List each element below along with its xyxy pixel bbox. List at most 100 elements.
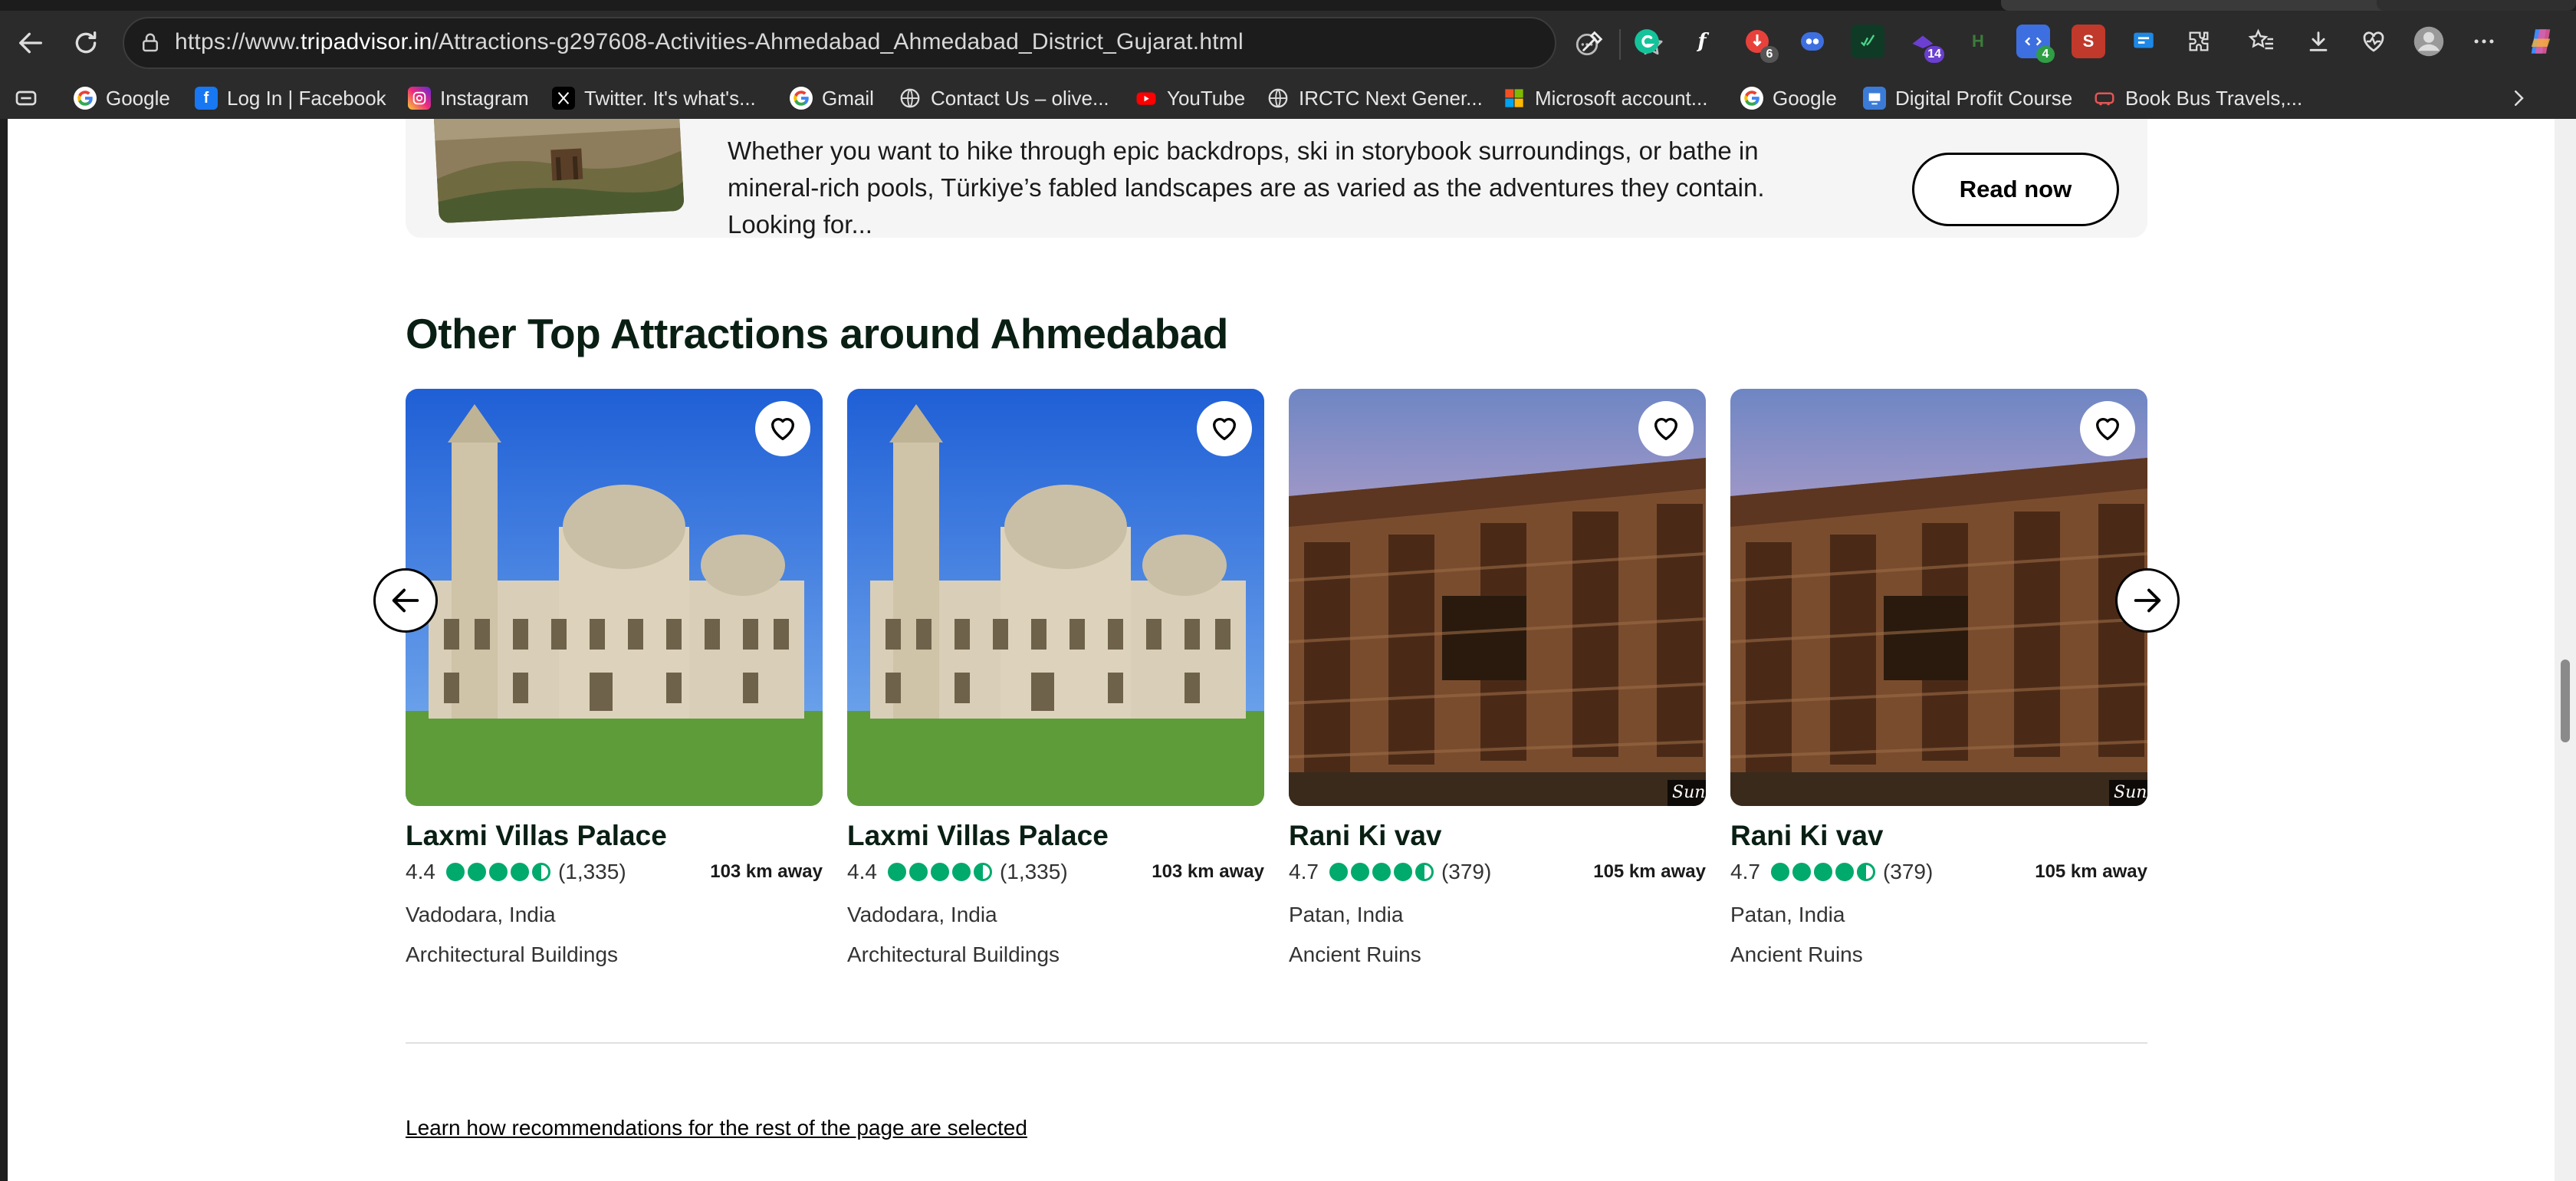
pin-extension-icon[interactable]: 6 — [1740, 25, 1779, 63]
profile-avatar-icon[interactable] — [2412, 25, 2446, 58]
bookmark-item[interactable]: Instagram — [408, 83, 529, 113]
tab-hint[interactable] — [2377, 0, 2576, 11]
section-divider — [406, 1042, 2147, 1044]
puzzle-extensions-icon[interactable] — [2182, 25, 2216, 58]
attraction-category: Architectural Buildings — [406, 942, 619, 966]
rating-score: 4.7 — [1289, 860, 1319, 883]
attraction-name[interactable]: Rani Ki vav — [1289, 820, 1441, 852]
attraction-image[interactable]: Sun — [1289, 389, 1706, 806]
bookmarks-overflow-button[interactable] — [2507, 83, 2530, 113]
h-extension-icon[interactable]: H — [1961, 25, 1995, 58]
rating-row: 4.4 (1,335) 103 km away — [406, 858, 823, 886]
heart-icon — [771, 418, 794, 440]
google-icon — [790, 87, 813, 110]
rating-score: 4.7 — [1730, 860, 1760, 883]
url-text[interactable]: https://www.tripadvisor.in/Attractions-g… — [175, 29, 1244, 55]
more-menu-icon[interactable] — [2467, 25, 2501, 58]
read-now-button[interactable]: Read now — [1912, 153, 2119, 226]
attraction-card[interactable]: Laxmi Villas Palace 4.4 (1,335) 103 km a… — [406, 389, 823, 966]
bookmark-item[interactable]: Google — [1740, 83, 1837, 113]
heart-icon — [1654, 418, 1677, 440]
copilot-icon[interactable] — [2524, 25, 2558, 58]
bookmark-item[interactable]: IRCTC Next Gener... — [1267, 83, 1483, 113]
bookmarks-bar: Google f Log In | Facebook Instagram Twi… — [0, 77, 2576, 119]
bookmark-item[interactable]: Twitter. It's what's... — [552, 83, 756, 113]
bookmark-item[interactable]: Microsoft account... — [1503, 83, 1707, 113]
article-banner: Whether you want to hike through epic ba… — [406, 119, 2147, 239]
bookmark-item[interactable]: Gmail — [790, 83, 874, 113]
address-bar[interactable]: https://www.tripadvisor.in/Attractions-g… — [123, 17, 1663, 69]
screen-extension-icon[interactable] — [2127, 25, 2160, 58]
review-count[interactable]: (1,335) — [1000, 860, 1068, 884]
attraction-image[interactable] — [406, 389, 823, 806]
rating-bubbles — [445, 863, 550, 881]
scrollbar-thumb[interactable] — [2561, 660, 2570, 742]
bookmark-item[interactable]: f Log In | Facebook — [195, 83, 386, 113]
attraction-card[interactable]: Laxmi Villas Palace 4.4 (1,335) 103 km a… — [847, 389, 1264, 966]
attraction-name[interactable]: Laxmi Villas Palace — [847, 820, 1109, 852]
save-heart-button[interactable] — [1638, 401, 1694, 456]
code-extension-icon[interactable]: 4 — [2016, 25, 2055, 63]
review-count[interactable]: (379) — [1441, 860, 1491, 884]
attraction-image[interactable] — [847, 389, 1264, 806]
bookmark-label: Log In | Facebook — [227, 86, 386, 110]
learn-recommendations-link[interactable]: Learn how recommendations for the rest o… — [406, 1116, 1027, 1140]
translate-extension-icon[interactable] — [1796, 25, 1829, 58]
site-info-icon[interactable] — [135, 28, 166, 58]
bookmark-label: Twitter. It's what's... — [584, 86, 756, 110]
attraction-name[interactable]: Laxmi Villas Palace — [406, 820, 667, 852]
bookmark-item[interactable]: YouTube — [1135, 83, 1245, 113]
youtube-icon — [1135, 87, 1158, 110]
photo-watermark: Sun — [1668, 780, 1706, 806]
attraction-location: Patan, India — [1289, 903, 1404, 926]
attraction-card[interactable]: Sun Rani Ki vav 4.7 (379) 105 km away Pa… — [1289, 389, 1706, 966]
browser-chrome: https://www.tripadvisor.in/Attractions-g… — [0, 0, 2576, 119]
carousel-prev-button[interactable] — [373, 568, 438, 633]
tab-actions-button[interactable] — [14, 83, 38, 113]
bookmark-label: Gmail — [822, 86, 874, 110]
article-thumbnail[interactable] — [433, 119, 685, 224]
save-heart-button[interactable] — [755, 401, 810, 456]
bookmark-label: Digital Profit Course — [1895, 86, 2073, 110]
eyedropper-extension-icon[interactable] — [1576, 25, 1609, 58]
google-icon — [74, 87, 97, 110]
rating-score: 4.4 — [847, 860, 877, 883]
bookmark-item[interactable]: Digital Profit Course — [1863, 83, 2072, 113]
formula-extension-icon[interactable]: f — [1685, 25, 1719, 58]
downloads-icon[interactable] — [2302, 25, 2335, 58]
favorites-list-icon[interactable] — [2245, 25, 2279, 58]
page-scrollbar[interactable] — [2555, 119, 2576, 1181]
hat-extension-icon[interactable]: 14 — [1906, 25, 1944, 63]
seo-extension-icon[interactable]: S — [2072, 25, 2105, 58]
course-icon — [1863, 87, 1886, 110]
google-icon — [1740, 87, 1763, 110]
attraction-image[interactable]: Sun — [1730, 389, 2147, 806]
reload-button[interactable] — [66, 23, 106, 63]
health-icon[interactable] — [2357, 25, 2390, 58]
save-heart-button[interactable] — [2080, 401, 2135, 456]
save-heart-button[interactable] — [1197, 401, 1252, 456]
facebook-icon: f — [195, 87, 218, 110]
bookmark-item[interactable]: Book Bus Travels,... — [2093, 83, 2302, 113]
distance: 105 km away — [2035, 861, 2147, 882]
attraction-card[interactable]: Sun Rani Ki vav 4.7 (379) 105 km away Pa… — [1730, 389, 2147, 966]
bookmark-item[interactable]: Contact Us – olive... — [899, 83, 1109, 113]
bookmark-label: Microsoft account... — [1535, 86, 1708, 110]
grammarly-extension-icon[interactable] — [1630, 25, 1664, 58]
arrow-right-icon — [2134, 588, 2161, 613]
checkmark-extension-icon[interactable] — [1851, 25, 1884, 58]
arrow-left-icon — [392, 588, 419, 613]
bookmark-label: Contact Us – olive... — [931, 86, 1109, 110]
rating-score: 4.4 — [406, 860, 435, 883]
carousel-next-button[interactable] — [2115, 568, 2180, 633]
bus-icon — [2093, 87, 2116, 110]
review-count[interactable]: (1,335) — [558, 860, 626, 884]
review-count[interactable]: (379) — [1883, 860, 1933, 884]
globe-icon — [1267, 87, 1290, 110]
back-button[interactable] — [11, 23, 51, 63]
bookmark-item[interactable]: Google — [74, 83, 170, 113]
attraction-name[interactable]: Rani Ki vav — [1730, 820, 1883, 852]
photo-watermark: Sun — [2109, 780, 2147, 806]
attraction-category: Ancient Ruins — [1289, 942, 1421, 966]
attraction-category: Ancient Ruins — [1730, 942, 1863, 966]
